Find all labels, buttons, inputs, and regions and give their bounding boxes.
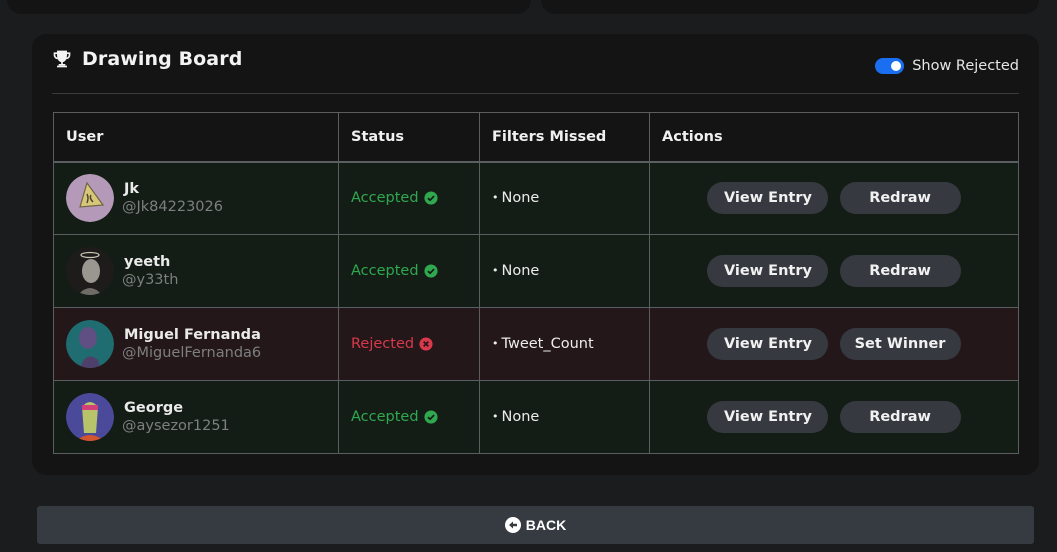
filters-missed-cell: • None bbox=[479, 161, 650, 235]
avatar bbox=[66, 174, 114, 223]
status-cell: Accepted bbox=[338, 380, 480, 454]
filter-missed-item: None bbox=[501, 409, 540, 425]
bullet-icon: • bbox=[492, 191, 499, 205]
user-name: Jk bbox=[124, 180, 140, 197]
back-button[interactable]: BACK bbox=[37, 506, 1034, 544]
actions-cell: View Entry Set Winner bbox=[649, 307, 1019, 381]
user-cell: George @aysezor1251 bbox=[53, 380, 339, 454]
check-circle-icon bbox=[423, 264, 438, 278]
table-row: Jk @Jk84223026 Accepted • None View Entry bbox=[53, 161, 1019, 235]
view-entry-button[interactable]: View Entry bbox=[707, 328, 829, 360]
table-header-row: User Status Filters Missed Actions bbox=[53, 112, 1019, 162]
board-header: Drawing Board Show Rejected bbox=[52, 48, 1019, 94]
status-cell: Accepted bbox=[338, 234, 480, 308]
user-handle: @aysezor1251 bbox=[122, 417, 230, 434]
actions-cell: View Entry Redraw bbox=[649, 161, 1019, 235]
user-name: Miguel Fernanda bbox=[124, 326, 261, 343]
filter-missed-item: Tweet_Count bbox=[501, 336, 594, 352]
filter-missed-item: None bbox=[501, 190, 540, 207]
bullet-icon: • bbox=[492, 337, 499, 350]
status-badge: Accepted bbox=[351, 263, 438, 279]
user-cell: Jk @Jk84223026 bbox=[53, 161, 339, 235]
column-header-filters-missed: Filters Missed bbox=[479, 112, 650, 162]
table-row: George @aysezor1251 Accepted • None View … bbox=[53, 380, 1019, 454]
actions-cell: View Entry Redraw bbox=[649, 380, 1019, 454]
status-text: Accepted bbox=[351, 263, 419, 279]
redraw-button[interactable]: Redraw bbox=[839, 401, 961, 433]
drawing-board-panel: Drawing Board Show Rejected User Status … bbox=[32, 34, 1039, 475]
view-entry-button[interactable]: View Entry bbox=[707, 182, 829, 215]
arrow-left-circle-icon bbox=[504, 517, 521, 533]
filter-missed-item: None bbox=[501, 263, 540, 279]
user-handle: @MiguelFernanda6 bbox=[122, 344, 262, 361]
trophy-icon bbox=[53, 50, 71, 67]
avatar bbox=[66, 393, 114, 441]
board-title: Drawing Board bbox=[82, 47, 243, 70]
redraw-button[interactable]: Redraw bbox=[839, 182, 961, 215]
board-title-wrap: Drawing Board bbox=[52, 48, 242, 84]
filters-missed-cell: • Tweet_Count bbox=[479, 307, 650, 381]
x-circle-icon bbox=[419, 337, 433, 351]
check-circle-icon bbox=[423, 191, 438, 205]
status-badge: Accepted bbox=[351, 409, 438, 425]
user-name: George bbox=[124, 399, 184, 416]
view-entry-button[interactable]: View Entry bbox=[707, 255, 829, 287]
column-header-user: User bbox=[53, 112, 339, 162]
check-circle-icon bbox=[423, 410, 438, 424]
user-cell: yeeth @y33th bbox=[53, 234, 339, 308]
user-name: yeeth bbox=[124, 253, 171, 270]
user-cell: Miguel Fernanda @MiguelFernanda6 bbox=[53, 307, 339, 381]
show-rejected-label: Show Rejected bbox=[912, 57, 1019, 74]
status-badge: Rejected bbox=[351, 336, 433, 352]
table-row: Miguel Fernanda @MiguelFernanda6 Rejecte… bbox=[53, 307, 1019, 381]
filters-missed-cell: • None bbox=[479, 380, 650, 454]
status-text: Accepted bbox=[351, 409, 419, 425]
back-label: BACK bbox=[525, 517, 567, 533]
bullet-icon: • bbox=[492, 264, 499, 277]
user-handle: @y33th bbox=[122, 271, 179, 288]
show-rejected-toggle[interactable] bbox=[875, 57, 905, 74]
entries-table: User Status Filters Missed Actions Jk @J… bbox=[53, 112, 1019, 454]
avatar bbox=[66, 320, 114, 368]
view-entry-button[interactable]: View Entry bbox=[707, 401, 829, 433]
column-header-status: Status bbox=[338, 112, 480, 162]
status-text: Rejected bbox=[351, 336, 415, 352]
status-cell: Rejected bbox=[338, 307, 480, 381]
column-header-actions: Actions bbox=[649, 112, 1019, 162]
status-badge: Accepted bbox=[351, 190, 438, 206]
redraw-button[interactable]: Redraw bbox=[839, 255, 961, 287]
set-winner-button[interactable]: Set Winner bbox=[839, 328, 961, 360]
status-text: Accepted bbox=[351, 190, 419, 207]
show-rejected-toggle-wrap[interactable]: Show Rejected bbox=[875, 57, 1019, 74]
bullet-icon: • bbox=[492, 410, 499, 423]
top-left-card bbox=[7, 0, 531, 14]
user-handle: @Jk84223026 bbox=[122, 198, 223, 215]
status-cell: Accepted bbox=[338, 161, 480, 235]
avatar bbox=[66, 247, 114, 295]
filters-missed-cell: • None bbox=[479, 234, 650, 308]
table-row: yeeth @y33th Accepted •None View Entry bbox=[53, 234, 1019, 308]
actions-cell: View Entry Redraw bbox=[649, 234, 1019, 308]
top-right-card bbox=[541, 0, 1039, 14]
